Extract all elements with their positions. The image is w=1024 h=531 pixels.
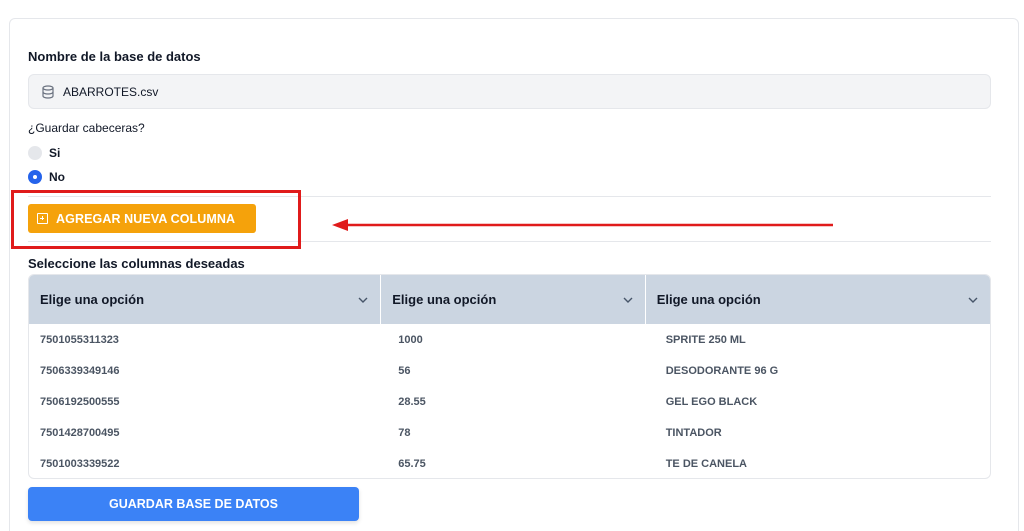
table-cell: TE DE CANELA — [665, 457, 747, 470]
table-row: 7501055311323 1000 SPRITE 250 ML — [29, 324, 990, 355]
column-select-2[interactable]: Elige una opción — [381, 275, 646, 324]
table-cell: 7506192500555 — [40, 395, 120, 408]
save-headers-label: ¿Guardar cabeceras? — [28, 121, 145, 135]
radio-button[interactable] — [28, 170, 42, 184]
chevron-down-icon — [968, 297, 978, 303]
table-cell: 78 — [398, 426, 411, 439]
table-cell: 7501003339522 — [40, 457, 120, 470]
table-row: 7506339349146 56 DESODORANTE 96 G — [29, 355, 990, 386]
save-database-label: GUARDAR BASE DE DATOS — [109, 497, 278, 511]
table-cell: GEL EGO BLACK — [665, 395, 758, 408]
table-cell: 1000 — [398, 333, 423, 346]
table-cell: TINTADOR — [665, 426, 722, 439]
radio-option-si[interactable]: Si — [28, 146, 60, 160]
table-row: 7506192500555 28.55 GEL EGO BLACK — [29, 386, 990, 417]
table-cell: DESODORANTE 96 G — [665, 364, 779, 377]
table-cell: 56 — [398, 364, 411, 377]
db-name-value: ABARROTES.csv — [63, 84, 159, 99]
chevron-down-icon — [623, 297, 633, 303]
column-select-label: Elige una opción — [40, 292, 145, 307]
radio-button[interactable] — [28, 146, 42, 160]
columns-label: Seleccione las columnas deseadas — [28, 256, 245, 271]
chevron-down-icon — [358, 297, 368, 303]
column-select-label: Elige una opción — [392, 292, 497, 307]
annotation-arrow — [332, 219, 833, 231]
table-cell: 7506339349146 — [40, 364, 120, 377]
database-icon — [42, 84, 54, 99]
table-row: 7501003339522 65.75 TE DE CANELA — [29, 448, 990, 478]
columns-table: Elige una opción Elige una opción Elige … — [28, 274, 991, 479]
save-database-button[interactable]: GUARDAR BASE DE DATOS — [28, 487, 359, 521]
column-select-3[interactable]: Elige una opción — [646, 275, 990, 324]
table-cell: 28.55 — [398, 395, 426, 408]
radio-option-no[interactable]: No — [28, 170, 65, 184]
table-cell: 65.75 — [398, 457, 426, 470]
column-select-1[interactable]: Elige una opción — [29, 275, 382, 324]
column-select-label: Elige una opción — [656, 292, 761, 307]
table-cell: 7501055311323 — [40, 333, 119, 346]
table-cell: 7501428700495 — [40, 426, 120, 439]
table-cell: SPRITE 250 ML — [665, 333, 746, 346]
table-row: 7501428700495 78 TINTADOR — [29, 417, 990, 448]
db-name-label: Nombre de la base de datos — [28, 49, 201, 64]
db-name-field[interactable]: ABARROTES.csv — [28, 74, 991, 109]
table-header: Elige una opción Elige una opción Elige … — [29, 275, 990, 324]
radio-label: No — [49, 170, 65, 184]
radio-label: Si — [49, 146, 61, 160]
annotation-highlight-box — [11, 190, 301, 249]
